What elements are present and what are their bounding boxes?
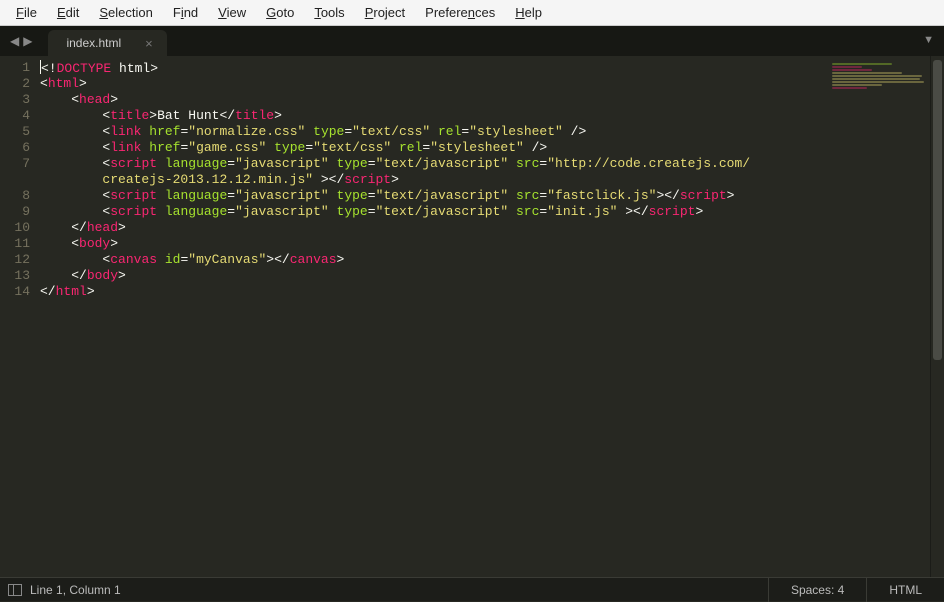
- menu-tools[interactable]: Tools: [304, 2, 354, 23]
- line-number: 14: [6, 284, 30, 300]
- line-number: [6, 172, 30, 188]
- menu-selection[interactable]: Selection: [89, 2, 162, 23]
- code-line[interactable]: <script language="javascript" type="text…: [40, 188, 930, 204]
- tab-index-html[interactable]: index.html ×: [48, 30, 166, 56]
- line-number: 11: [6, 236, 30, 252]
- menu-help[interactable]: Help: [505, 2, 552, 23]
- tab-bar: ◀ ▶ index.html × ▼: [0, 26, 944, 56]
- code-line[interactable]: </html>: [40, 284, 930, 300]
- code-line[interactable]: <!DOCTYPE html>: [40, 60, 930, 76]
- code-line[interactable]: <link href="game.css" type="text/css" re…: [40, 140, 930, 156]
- status-cursor-position[interactable]: Line 1, Column 1: [30, 583, 121, 597]
- line-number: 3: [6, 92, 30, 108]
- code-line[interactable]: <script language="javascript" type="text…: [40, 156, 930, 172]
- line-number: 12: [6, 252, 30, 268]
- line-number: 8: [6, 188, 30, 204]
- code-line[interactable]: <body>: [40, 236, 930, 252]
- panel-switcher-icon[interactable]: [8, 584, 22, 596]
- code-line[interactable]: </body>: [40, 268, 930, 284]
- close-icon[interactable]: ×: [145, 36, 153, 51]
- status-indentation[interactable]: Spaces: 4: [768, 578, 866, 602]
- menu-file[interactable]: File: [6, 2, 47, 23]
- tab-title: index.html: [66, 36, 121, 50]
- line-number-gutter: 1234567891011121314: [0, 56, 40, 577]
- code-line[interactable]: createjs-2013.12.12.min.js" ></script>: [40, 172, 930, 188]
- status-syntax[interactable]: HTML: [866, 578, 944, 602]
- tab-next-icon[interactable]: ▶: [23, 34, 32, 48]
- menu-view[interactable]: View: [208, 2, 256, 23]
- line-number: 7: [6, 156, 30, 172]
- code-editor[interactable]: <!DOCTYPE html><html> <head> <title>Bat …: [40, 56, 930, 577]
- line-number: 5: [6, 124, 30, 140]
- menu-preferences[interactable]: Preferences: [415, 2, 505, 23]
- code-line[interactable]: </head>: [40, 220, 930, 236]
- status-bar: Line 1, Column 1 Spaces: 4 HTML: [0, 577, 944, 601]
- tab-prev-icon[interactable]: ◀: [10, 34, 19, 48]
- code-line[interactable]: <link href="normalize.css" type="text/cs…: [40, 124, 930, 140]
- code-line[interactable]: <head>: [40, 92, 930, 108]
- code-line[interactable]: <canvas id="myCanvas"></canvas>: [40, 252, 930, 268]
- code-line[interactable]: <html>: [40, 76, 930, 92]
- code-line[interactable]: <title>Bat Hunt</title>: [40, 108, 930, 124]
- menu-project[interactable]: Project: [355, 2, 415, 23]
- code-line[interactable]: <script language="javascript" type="text…: [40, 204, 930, 220]
- menu-goto[interactable]: Goto: [256, 2, 304, 23]
- scrollbar-thumb[interactable]: [933, 60, 942, 360]
- tab-nav-arrows: ◀ ▶: [0, 26, 42, 56]
- vertical-scrollbar[interactable]: [930, 56, 944, 577]
- menu-edit[interactable]: Edit: [47, 2, 89, 23]
- line-number: 1: [6, 60, 30, 76]
- line-number: 10: [6, 220, 30, 236]
- menubar: FileEditSelectionFindViewGotoToolsProjec…: [0, 0, 944, 26]
- line-number: 2: [6, 76, 30, 92]
- line-number: 13: [6, 268, 30, 284]
- line-number: 4: [6, 108, 30, 124]
- editor-area: 1234567891011121314 <!DOCTYPE html><html…: [0, 56, 944, 577]
- line-number: 9: [6, 204, 30, 220]
- tab-overflow-icon[interactable]: ▼: [923, 34, 934, 46]
- line-number: 6: [6, 140, 30, 156]
- menu-find[interactable]: Find: [163, 2, 208, 23]
